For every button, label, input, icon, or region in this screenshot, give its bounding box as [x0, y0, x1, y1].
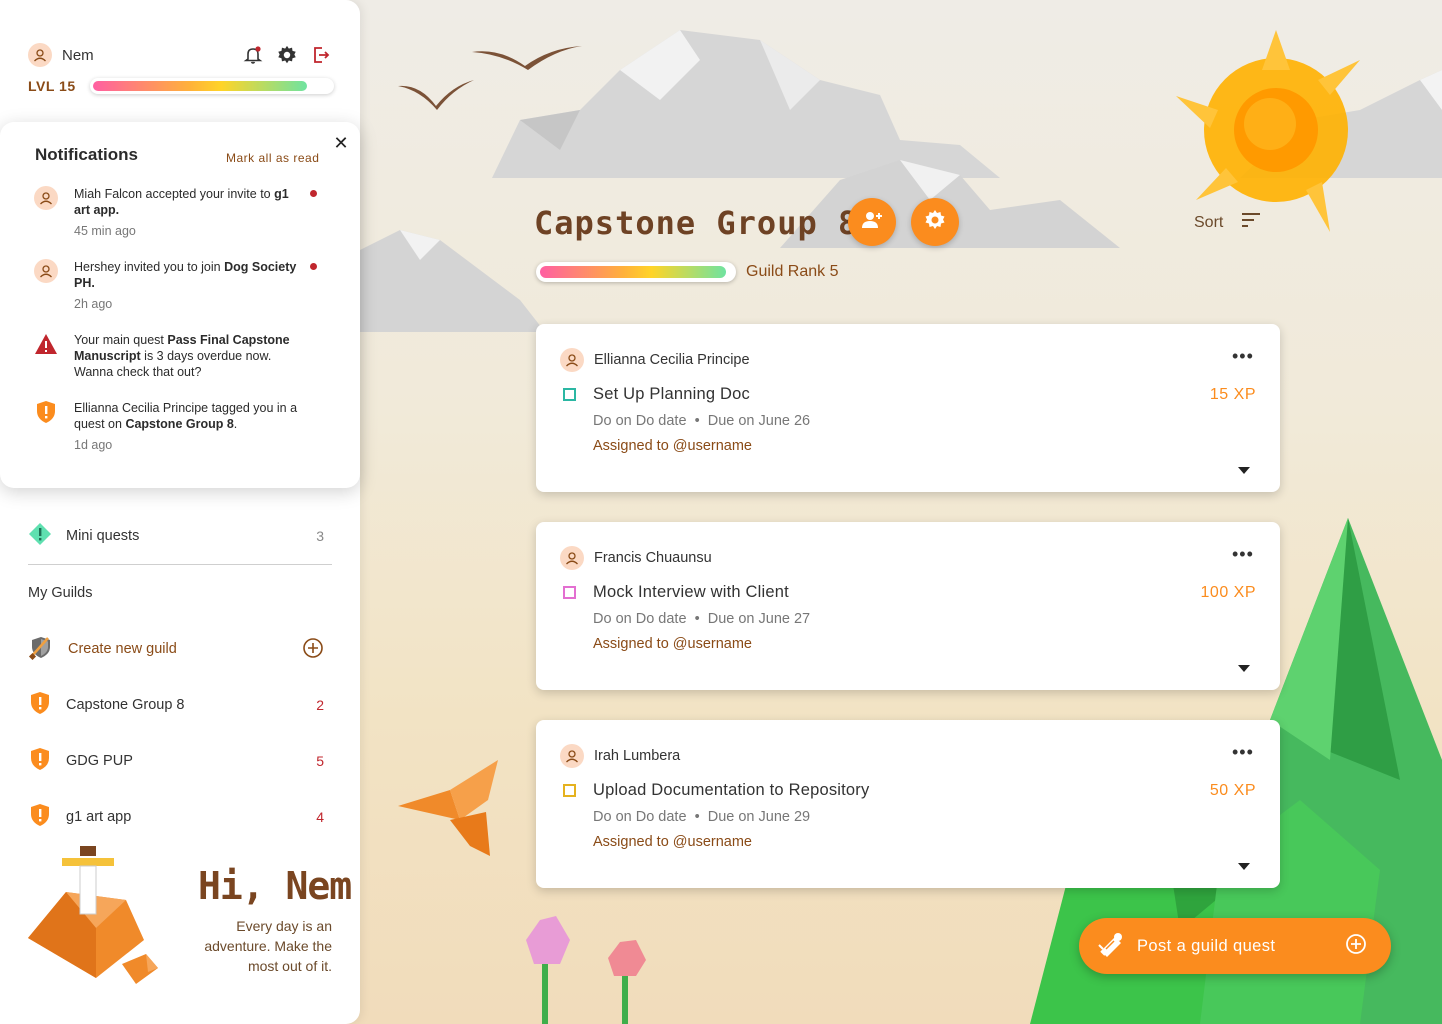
notification-time: 2h ago [74, 297, 113, 311]
sword-shield-icon [28, 634, 54, 665]
more-options-icon[interactable]: ••• [1232, 544, 1254, 565]
level-label: LVL 15 [28, 78, 76, 94]
quest-xp: 100 XP [1200, 584, 1256, 601]
sidebar: Nem LVL 15 Notifications Mark all as rea… [0, 0, 360, 1024]
chevron-down-icon[interactable] [1238, 858, 1250, 870]
quest-title: Upload Documentation to Repository [593, 781, 870, 799]
scroll-icon [1097, 931, 1125, 962]
sort-label: Sort [1194, 213, 1224, 231]
notification-text: Your main quest Pass Final Capstone Manu… [74, 333, 290, 379]
create-guild-button[interactable]: Create new guild [28, 636, 332, 662]
bell-icon[interactable] [242, 44, 264, 66]
guild-count: 4 [316, 809, 324, 825]
username: Nem [62, 46, 94, 64]
avatar [560, 348, 584, 372]
close-icon[interactable]: ✕ [332, 134, 350, 152]
notification-text: Hershey invited you to join Dog Society … [74, 260, 297, 290]
divider [28, 564, 332, 565]
quest-author: Francis Chuaunsu [594, 550, 712, 566]
unread-dot [310, 190, 317, 197]
quest-xp: 50 XP [1209, 782, 1256, 799]
quest-dates: Do on Do date • Due on June 26 [593, 413, 811, 429]
quest-checkbox[interactable] [563, 388, 576, 401]
quest-assignee: Assigned to @username [593, 834, 752, 850]
logout-icon[interactable] [310, 44, 332, 66]
sort-icon [1241, 212, 1261, 233]
sidebar-item-label: Mini quests [66, 528, 140, 544]
sort-button[interactable]: Sort [1194, 212, 1261, 233]
quest-card[interactable]: Irah Lumbera ••• Upload Documentation to… [536, 720, 1280, 888]
guild-name: Capstone Group 8 [66, 697, 185, 713]
guild-count: 5 [316, 753, 324, 769]
notifications-title: Notifications [35, 145, 138, 164]
quest-assignee: Assigned to @username [593, 438, 752, 454]
guild-rank-row: Guild Rank 5 [536, 262, 839, 282]
quest-author: Ellianna Cecilia Principe [594, 352, 750, 368]
gear-icon[interactable] [276, 44, 298, 66]
notification-time: 1d ago [74, 438, 113, 452]
quest-title: Set Up Planning Doc [593, 385, 750, 403]
sidebar-item-guild[interactable]: Capstone Group 8 2 [28, 691, 332, 720]
avatar-icon [34, 259, 58, 283]
guild-rank-label: Guild Rank 5 [746, 263, 839, 280]
post-guild-quest-button[interactable]: Post a guild quest [1079, 918, 1391, 974]
create-guild-label: Create new guild [68, 641, 177, 657]
chevron-down-icon[interactable] [1238, 462, 1250, 474]
more-options-icon[interactable]: ••• [1232, 742, 1254, 763]
quest-title: Mock Interview with Client [593, 583, 789, 601]
sidebar-item-guild[interactable]: g1 art app 4 [28, 803, 332, 832]
quest-dates: Do on Do date • Due on June 29 [593, 809, 811, 825]
guild-shield-icon [28, 747, 52, 776]
quest-checkbox[interactable] [563, 586, 576, 599]
post-guild-quest-label: Post a guild quest [1137, 936, 1276, 955]
level-progress-bar [89, 78, 334, 94]
notification-text: Ellianna Cecilia Principe tagged you in … [74, 401, 298, 431]
guild-name: GDG PUP [66, 753, 133, 769]
guild-rank-progress-fill [540, 266, 727, 278]
add-member-button[interactable] [848, 198, 896, 246]
tagline: Every day is an adventure. Make the most… [204, 918, 332, 974]
sidebar-item-guild[interactable]: GDG PUP 5 [28, 747, 332, 776]
greeting: Hi, Nem [198, 864, 352, 908]
sidebar-item-mini-quests[interactable]: Mini quests 3 [28, 522, 332, 551]
guild-shield-icon [34, 400, 58, 424]
chevron-down-icon[interactable] [1238, 660, 1250, 672]
add-user-icon [860, 208, 884, 237]
unread-dot [310, 263, 317, 270]
guild-settings-button[interactable] [911, 198, 959, 246]
user-avatar[interactable] [28, 43, 52, 67]
avatar-icon [34, 186, 58, 210]
level-row: LVL 15 [28, 78, 334, 94]
guild-name: g1 art app [66, 809, 132, 825]
quest-card[interactable]: Ellianna Cecilia Principe ••• Set Up Pla… [536, 324, 1280, 492]
quest-assignee: Assigned to @username [593, 636, 752, 652]
warning-icon [34, 332, 58, 356]
guild-rank-progress-bar [536, 262, 736, 282]
user-header: Nem [28, 42, 332, 68]
guild-shield-icon [28, 691, 52, 720]
my-guilds-heading: My Guilds [28, 585, 93, 601]
guild-count: 2 [316, 697, 324, 713]
mini-quests-count: 3 [316, 528, 324, 544]
gear-icon [923, 208, 947, 237]
level-progress-fill [92, 81, 307, 91]
quest-xp: 15 XP [1209, 386, 1256, 403]
add-circle-icon[interactable] [302, 637, 332, 662]
notifications-panel: Notifications Mark all as read ✕ Miah Fa… [0, 122, 360, 488]
quest-author: Irah Lumbera [594, 748, 681, 764]
quest-dates: Do on Do date • Due on June 27 [593, 611, 811, 627]
quest-card[interactable]: Francis Chuaunsu ••• Mock Interview with… [536, 522, 1280, 690]
more-options-icon[interactable]: ••• [1232, 346, 1254, 367]
guild-shield-icon [28, 803, 52, 832]
avatar [560, 744, 584, 768]
sword-in-stone-illustration [26, 844, 176, 994]
page-title: Capstone Group 8 [534, 204, 859, 242]
avatar [560, 546, 584, 570]
quest-checkbox[interactable] [563, 784, 576, 797]
mark-all-read-link[interactable]: Mark all as read [226, 151, 319, 165]
add-circle-icon [1345, 933, 1367, 960]
notification-time: 45 min ago [74, 224, 136, 238]
mini-quest-icon [28, 522, 52, 551]
notification-text: Miah Falcon accepted your invite to g1 a… [74, 187, 289, 217]
